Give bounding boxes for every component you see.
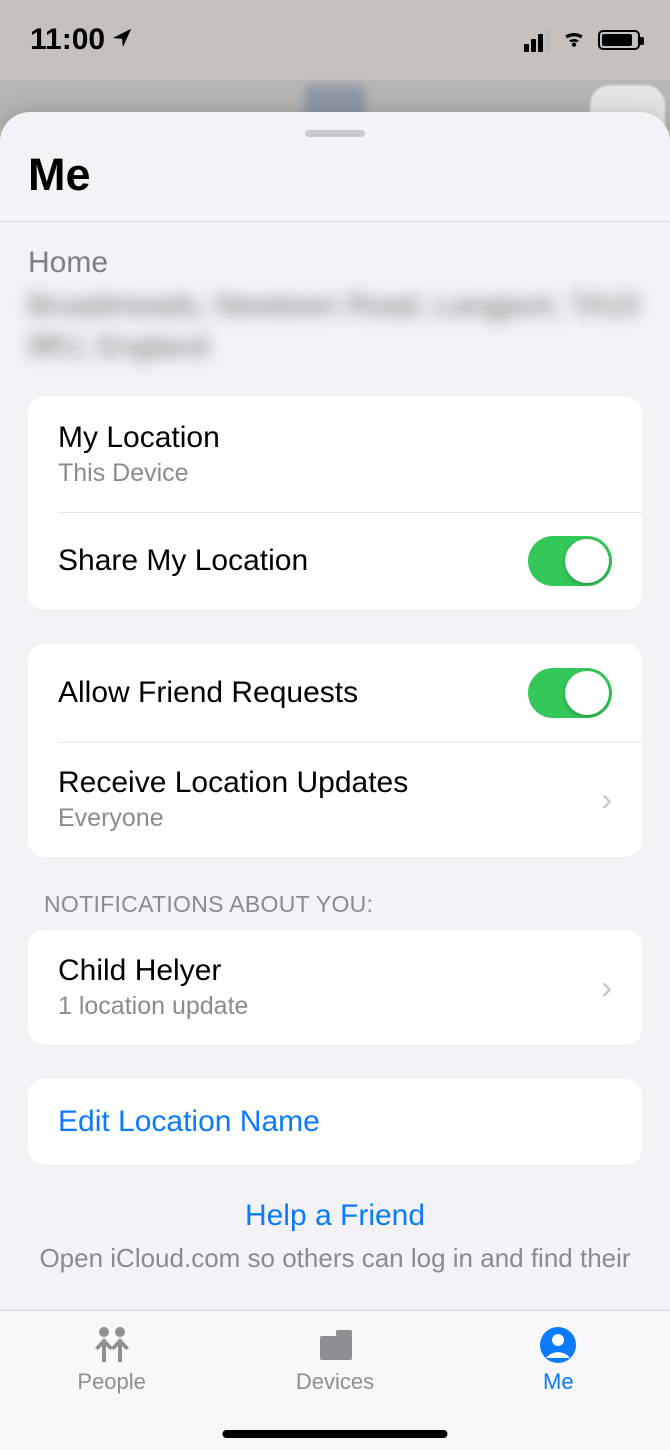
status-time: 11:00 (30, 23, 105, 57)
edit-location-name-button[interactable]: Edit Location Name (28, 1079, 642, 1165)
tab-devices[interactable]: Devices (224, 1325, 445, 1395)
tab-people-label: People (77, 1369, 146, 1395)
wifi-icon (560, 23, 588, 57)
tab-me-label: Me (543, 1369, 574, 1395)
receive-updates-title: Receive Location Updates (58, 766, 408, 800)
my-location-sub: This Device (58, 459, 220, 488)
sheet-grabber[interactable] (305, 130, 365, 137)
cellular-signal-icon (524, 29, 550, 52)
help-a-friend-button[interactable]: Help a Friend (28, 1199, 642, 1233)
me-icon (538, 1325, 578, 1365)
help-a-friend-block: Help a Friend Open iCloud.com so others … (0, 1199, 670, 1276)
allow-friend-requests-row: Allow Friend Requests (28, 644, 642, 742)
edit-location-card: Edit Location Name (28, 1079, 642, 1165)
tab-people[interactable]: People (1, 1325, 222, 1395)
notifications-card: Child Helyer 1 location update › (28, 930, 642, 1045)
share-my-location-toggle[interactable] (528, 536, 612, 586)
home-label: Home (28, 246, 642, 280)
chevron-right-icon: › (601, 969, 612, 1006)
home-location-block: Home Broadmeads, Newtown Road, Langport,… (0, 222, 670, 397)
status-bar: 11:00 (0, 0, 670, 80)
receive-updates-sub: Everyone (58, 804, 408, 833)
receive-location-updates-row[interactable]: Receive Location Updates Everyone › (28, 742, 642, 857)
people-icon (89, 1325, 135, 1365)
devices-icon (314, 1325, 356, 1365)
notification-item-title: Child Helyer (58, 954, 248, 988)
home-address: Broadmeads, Newtown Road, Langport, TA10… (28, 286, 642, 367)
notification-item-sub: 1 location update (58, 992, 248, 1021)
share-my-location-title: Share My Location (58, 544, 308, 578)
tab-devices-label: Devices (296, 1369, 374, 1395)
my-location-row[interactable]: My Location This Device (28, 397, 642, 512)
notification-item-row[interactable]: Child Helyer 1 location update › (28, 930, 642, 1045)
allow-friend-requests-title: Allow Friend Requests (58, 676, 358, 710)
tab-bar: People Devices Me (0, 1310, 670, 1450)
page-title: Me (0, 137, 670, 221)
tab-me[interactable]: Me (448, 1325, 669, 1395)
share-my-location-row: Share My Location (28, 512, 642, 610)
help-a-friend-description: Open iCloud.com so others can log in and… (28, 1241, 642, 1276)
me-sheet: Me Home Broadmeads, Newtown Road, Langpo… (0, 112, 670, 1450)
my-location-title: My Location (58, 421, 220, 455)
allow-friend-requests-toggle[interactable] (528, 668, 612, 718)
chevron-right-icon: › (601, 781, 612, 818)
battery-icon (598, 30, 640, 50)
notifications-header: NOTIFICATIONS ABOUT YOU: (0, 891, 670, 930)
friend-settings-card: Allow Friend Requests Receive Location U… (28, 644, 642, 857)
location-settings-card: My Location This Device Share My Locatio… (28, 397, 642, 610)
location-services-icon (111, 23, 133, 57)
home-indicator[interactable] (223, 1430, 448, 1438)
